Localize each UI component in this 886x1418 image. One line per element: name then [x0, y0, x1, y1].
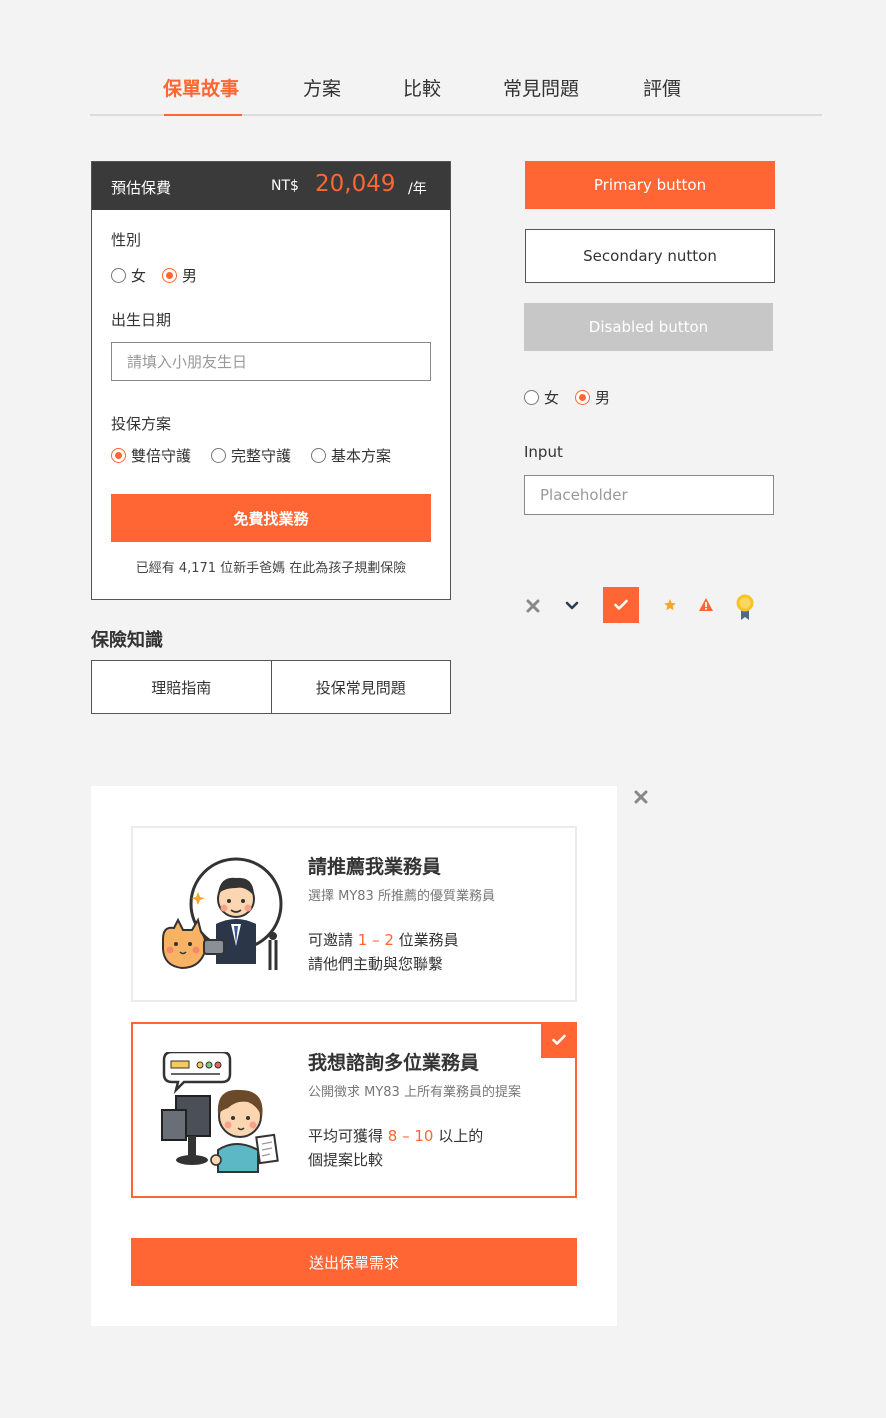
claims-guide-link[interactable]: 理賠指南 — [92, 661, 271, 713]
tab-reviews[interactable]: 評價 — [643, 74, 681, 101]
premium-quote-card: 預估保費 NT$ 20,049 /年 性別 女 男 出生日期 請填入小朋友生日 … — [91, 161, 451, 600]
sample-radio-group: 女 男 — [524, 387, 630, 408]
sample-radio-female[interactable] — [524, 390, 539, 405]
sample-option-male: 男 — [595, 389, 611, 407]
quote-header-label: 預估保費 — [111, 179, 172, 197]
tab-bar: 保單故事 方案 比較 常見問題 評價 — [90, 60, 822, 116]
option1-highlight: 1 – 2 — [357, 931, 394, 949]
option2-line2: 個提案比較 — [308, 1151, 384, 1169]
disabled-button: Disabled button — [524, 303, 773, 351]
close-icon[interactable] — [524, 597, 542, 615]
gender-option-male: 男 — [182, 267, 198, 285]
plan-radio-group: 雙倍守護 完整守護 基本方案 — [111, 445, 411, 466]
close-modal-icon[interactable] — [630, 786, 652, 808]
option-consult-multiple-agents[interactable]: 我想諮詢多位業務員 公開徵求 MY83 上所有業務員的提案 平均可獲得 8 – … — [131, 1022, 577, 1198]
birthdate-input[interactable]: 請填入小朋友生日 — [111, 342, 431, 381]
warning-icon — [698, 596, 714, 612]
plan-radio-basic[interactable] — [311, 448, 327, 463]
option1-line2: 請他們主動與您聯繫 — [308, 955, 444, 973]
option2-title: 我想諮詢多位業務員 — [308, 1052, 480, 1074]
option2-subtitle: 公開徵求 MY83 上所有業務員的提案 — [308, 1085, 521, 1100]
tab-compare[interactable]: 比較 — [403, 74, 441, 101]
currency-label: NT$ — [271, 178, 299, 194]
option2-line1: 平均可獲得 8 – 10 以上的 — [308, 1127, 484, 1145]
plan-radio-double[interactable] — [111, 448, 126, 463]
gender-radio-female[interactable] — [111, 268, 126, 283]
submit-request-button[interactable]: 送出保單需求 — [131, 1238, 577, 1286]
premium-price: 20,049 — [315, 171, 396, 197]
medal-icon — [735, 593, 755, 621]
gender-radio-group: 女 男 — [111, 265, 217, 286]
insurance-faq-link[interactable]: 投保常見問題 — [270, 661, 451, 713]
gender-option-female: 女 — [131, 267, 147, 285]
tab-faq[interactable]: 常見問題 — [503, 74, 579, 101]
option2-highlight: 8 – 10 — [387, 1127, 434, 1145]
parents-count-note: 已經有 4,171 位新手爸媽 在此為孩子規劃保險 — [135, 561, 407, 576]
gender-radio-male[interactable] — [162, 268, 178, 283]
sample-radio-male[interactable] — [575, 390, 591, 405]
option1-title: 請推薦我業務員 — [308, 856, 442, 878]
knowledge-title: 保險知識 — [91, 630, 163, 651]
plan-option-complete: 完整守護 — [231, 447, 292, 465]
option1-subtitle: 選擇 MY83 所推薦的優質業務員 — [308, 889, 495, 904]
agent-recommend-illustration — [162, 857, 283, 970]
find-agent-button[interactable]: 免費找業務 — [111, 494, 431, 542]
price-unit: /年 — [408, 181, 427, 197]
sample-input-label: Input — [524, 443, 563, 461]
active-tab-indicator — [164, 114, 242, 116]
sample-option-female: 女 — [544, 389, 560, 407]
plan-option-double: 雙倍守護 — [131, 447, 192, 465]
option-recommend-agent[interactable]: 請推薦我業務員 選擇 MY83 所推薦的優質業務員 可邀請 1 – 2 位業務員… — [131, 826, 577, 1002]
plan-label: 投保方案 — [111, 415, 172, 433]
agent-consult-illustration — [161, 1052, 279, 1173]
plan-option-basic: 基本方案 — [331, 447, 392, 465]
birthdate-label: 出生日期 — [111, 311, 172, 329]
tab-policy-story[interactable]: 保單故事 — [163, 74, 239, 101]
agent-request-modal: 請推薦我業務員 選擇 MY83 所推薦的優質業務員 可邀請 1 – 2 位業務員… — [91, 786, 617, 1326]
knowledge-links: 理賠指南 投保常見問題 — [91, 660, 451, 714]
secondary-button[interactable]: Secondary nutton — [525, 229, 775, 283]
option1-line1: 可邀請 1 – 2 位業務員 — [308, 931, 459, 949]
plan-radio-complete[interactable] — [211, 448, 227, 463]
sample-input[interactable]: Placeholder — [524, 475, 774, 515]
gender-label: 性別 — [111, 231, 142, 249]
selected-check-icon — [541, 1022, 577, 1058]
quote-header: 預估保費 NT$ 20,049 /年 — [92, 162, 450, 210]
check-box-icon[interactable] — [603, 587, 639, 623]
chevron-down-icon[interactable] — [563, 597, 581, 615]
primary-button[interactable]: Primary button — [525, 161, 775, 209]
star-icon — [662, 597, 677, 612]
tab-plans[interactable]: 方案 — [303, 74, 341, 101]
